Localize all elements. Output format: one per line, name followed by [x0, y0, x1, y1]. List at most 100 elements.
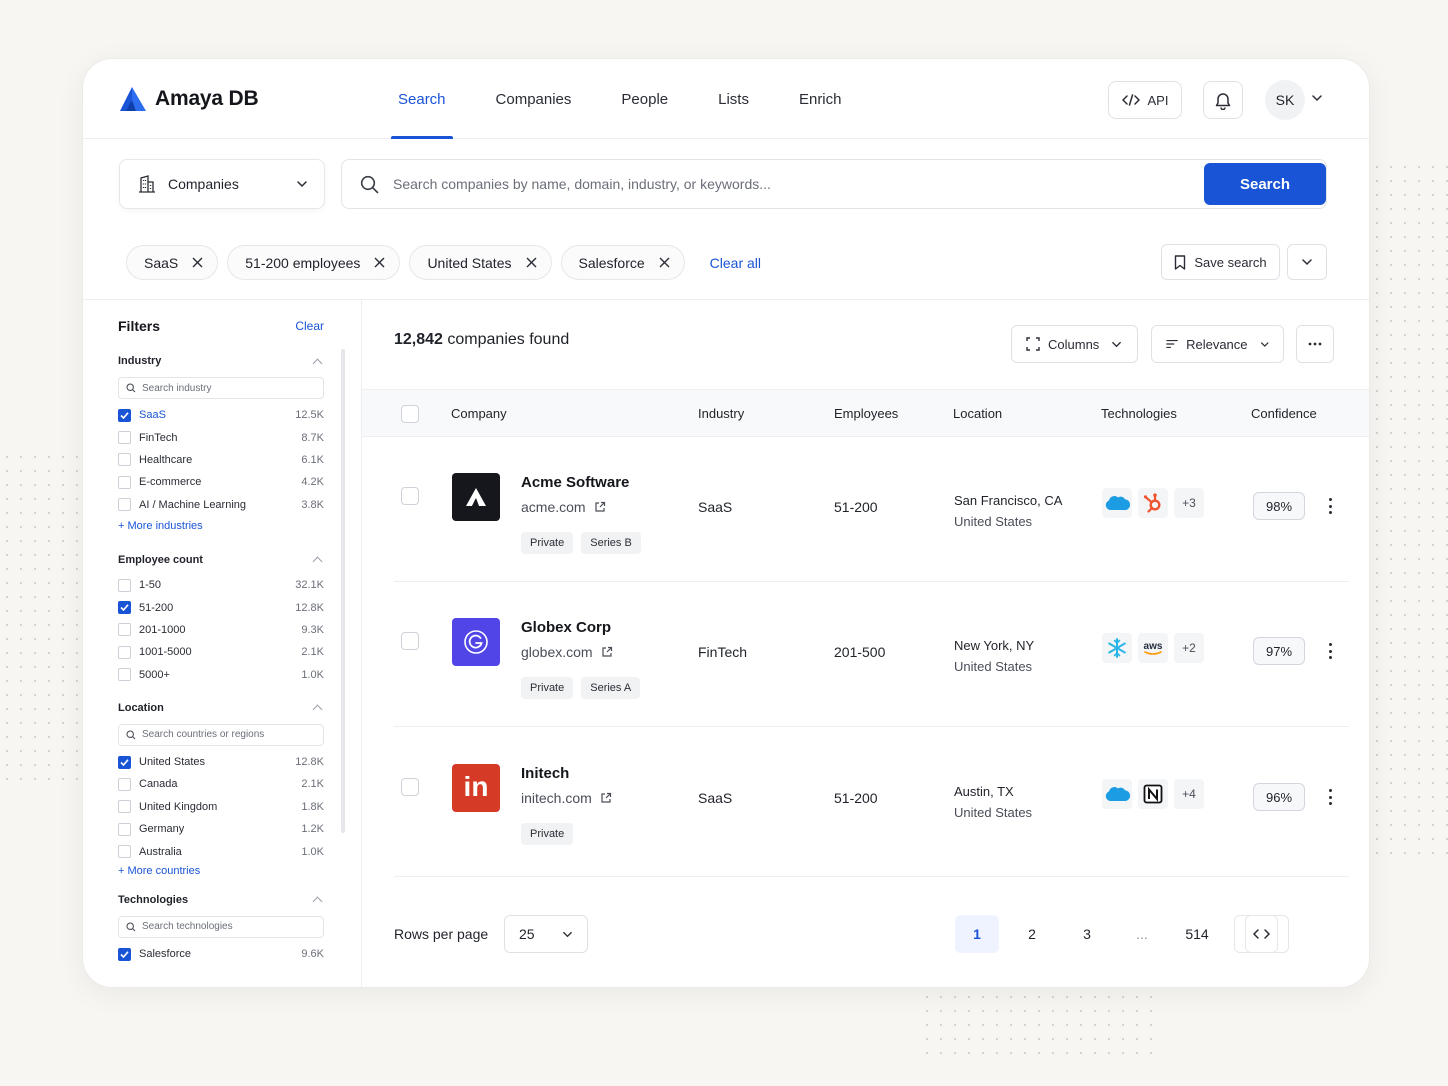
chevron-up-icon[interactable] [312, 557, 323, 567]
chevron-down-icon[interactable] [1311, 92, 1323, 104]
checkbox[interactable] [118, 777, 131, 791]
checkbox[interactable] [118, 845, 131, 859]
checkbox[interactable] [118, 498, 131, 512]
select-all-checkbox[interactable] [401, 405, 419, 423]
page-514-button[interactable]: 514 [1175, 915, 1219, 953]
notifications-button[interactable] [1203, 81, 1243, 119]
chevron-up-icon[interactable] [312, 896, 323, 907]
filter-option[interactable]: FinTech 8.7K [118, 426, 324, 448]
filter-option[interactable]: SaaS 12.5K [118, 404, 324, 426]
columns-button[interactable]: Columns [1011, 325, 1138, 363]
checkbox[interactable] [118, 623, 131, 637]
nav-companies[interactable]: Companies [471, 59, 597, 139]
next-page-button[interactable] [1245, 915, 1289, 953]
company-name[interactable]: Initech [521, 765, 569, 782]
close-icon[interactable] [192, 257, 203, 268]
filter-option[interactable]: 51-200 12.8K [118, 596, 324, 618]
nav-lists[interactable]: Lists [693, 59, 774, 139]
filter-option[interactable]: 1001-5000 2.1K [118, 641, 324, 663]
save-search-options-button[interactable] [1287, 244, 1327, 280]
row-checkbox[interactable] [401, 778, 419, 796]
external-link-icon[interactable] [594, 501, 606, 513]
checkbox[interactable] [118, 947, 131, 961]
close-icon[interactable] [659, 257, 670, 268]
row-actions-menu-icon[interactable] [1322, 495, 1338, 517]
filter-option[interactable]: 201-1000 9.3K [118, 619, 324, 641]
more-options-button[interactable] [1296, 325, 1334, 363]
section-header[interactable]: Employee count [118, 552, 324, 568]
industry-search-input[interactable] [142, 382, 302, 394]
table-row[interactable]: in Initech initech.com Private SaaS 51-2… [362, 728, 1369, 873]
more-countries-link[interactable]: + More countries [118, 865, 324, 877]
sidebar-scrollbar[interactable] [341, 349, 345, 833]
filter-option[interactable]: Healthcare 6.1K [118, 449, 324, 471]
api-button[interactable]: API [1108, 81, 1182, 119]
checkbox[interactable] [118, 578, 131, 592]
filter-option[interactable]: 1-50 32.1K [118, 574, 324, 596]
app-logo[interactable]: Amaya DB [119, 86, 259, 112]
more-industries-link[interactable]: + More industries [118, 520, 324, 532]
page-2-button[interactable]: 2 [1010, 915, 1054, 953]
more-technologies-badge[interactable]: +3 [1174, 488, 1204, 518]
nav-search[interactable]: Search [373, 59, 471, 139]
checkbox[interactable] [118, 408, 131, 422]
filter-option[interactable]: 5000+ 1.0K [118, 664, 324, 686]
company-domain[interactable]: acme.com [521, 499, 606, 515]
section-header[interactable]: Industry [118, 353, 324, 369]
checkbox[interactable] [118, 453, 131, 467]
filter-option[interactable]: Australia 1.0K [118, 840, 324, 862]
column-header-industry[interactable]: Industry [698, 406, 744, 421]
section-header[interactable]: Location [118, 700, 324, 716]
checkbox[interactable] [118, 755, 131, 769]
close-icon[interactable] [374, 257, 385, 268]
checkbox[interactable] [118, 668, 131, 682]
checkbox[interactable] [118, 645, 131, 659]
checkbox[interactable] [118, 475, 131, 489]
search-button[interactable]: Search [1204, 163, 1326, 205]
filter-option[interactable]: United States 12.8K [118, 751, 324, 773]
filter-option[interactable]: Canada 2.1K [118, 773, 324, 795]
filter-option[interactable]: E-commerce 4.2K [118, 471, 324, 493]
column-header-location[interactable]: Location [953, 406, 1002, 421]
column-header-confidence[interactable]: Confidence [1251, 406, 1317, 421]
search-input[interactable] [393, 176, 1153, 192]
nav-people[interactable]: People [596, 59, 693, 139]
page-1-button[interactable]: 1 [955, 915, 999, 953]
row-actions-menu-icon[interactable] [1322, 786, 1338, 808]
table-row[interactable]: Globex Corp globex.com Private Series A … [362, 582, 1369, 727]
row-actions-menu-icon[interactable] [1322, 640, 1338, 662]
checkbox[interactable] [118, 822, 131, 836]
entity-type-select[interactable]: Companies [119, 159, 325, 209]
company-name[interactable]: Globex Corp [521, 619, 611, 636]
chevron-up-icon[interactable] [312, 704, 323, 715]
rows-per-page-select[interactable]: 25 [504, 915, 588, 953]
technology-search-input[interactable] [142, 921, 302, 933]
column-header-technologies[interactable]: Technologies [1101, 406, 1177, 421]
external-link-icon[interactable] [600, 792, 612, 804]
nav-enrich[interactable]: Enrich [774, 59, 867, 139]
save-search-button[interactable]: Save search [1161, 244, 1280, 280]
more-technologies-badge[interactable]: +2 [1174, 633, 1204, 663]
company-domain[interactable]: globex.com [521, 644, 613, 660]
more-technologies-badge[interactable]: +4 [1174, 779, 1204, 809]
external-link-icon[interactable] [601, 646, 613, 658]
section-header[interactable]: Technologies [118, 892, 324, 908]
table-row[interactable]: Acme Software acme.com Private Series B … [362, 437, 1369, 582]
chevron-up-icon[interactable] [312, 358, 323, 368]
filter-option[interactable]: AI / Machine Learning 3.8K [118, 494, 324, 516]
close-icon[interactable] [526, 257, 537, 268]
checkbox[interactable] [118, 431, 131, 445]
checkbox[interactable] [118, 800, 131, 814]
row-checkbox[interactable] [401, 632, 419, 650]
company-name[interactable]: Acme Software [521, 474, 629, 491]
column-header-company[interactable]: Company [451, 406, 507, 421]
page-3-button[interactable]: 3 [1065, 915, 1109, 953]
column-header-employees[interactable]: Employees [834, 406, 898, 421]
checkbox[interactable] [118, 601, 131, 615]
company-domain[interactable]: initech.com [521, 790, 612, 806]
user-avatar[interactable]: SK [1265, 80, 1305, 120]
filters-clear-link[interactable]: Clear [295, 319, 324, 333]
location-search-input[interactable] [142, 729, 302, 741]
filter-option[interactable]: Salesforce 9.6K [118, 943, 324, 965]
clear-all-link[interactable]: Clear all [710, 255, 761, 271]
